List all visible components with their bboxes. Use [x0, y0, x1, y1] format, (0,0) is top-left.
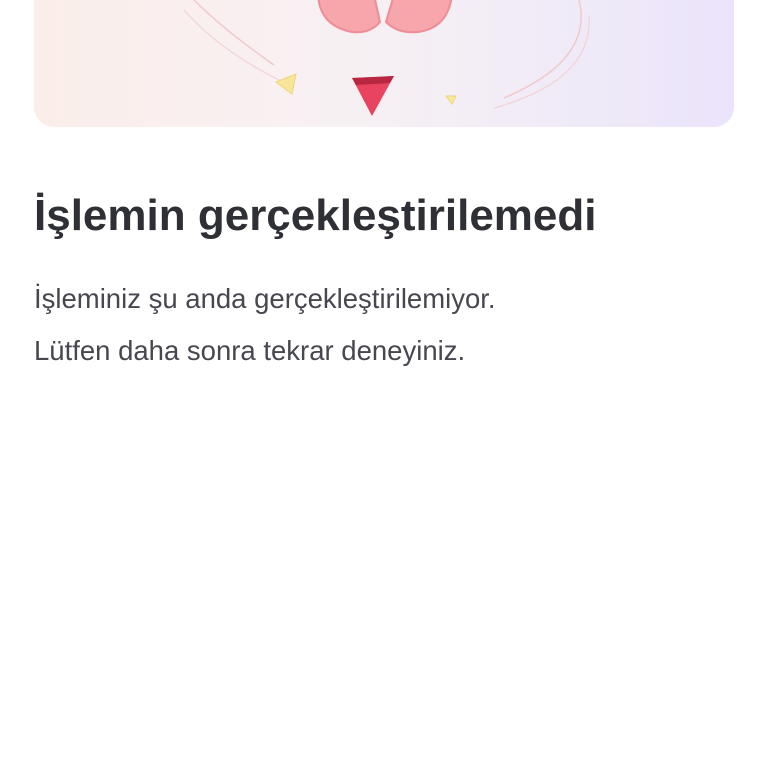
error-message: İşleminiz şu anda gerçekleştirilemiyor. … [34, 273, 734, 377]
error-title: İşlemin gerçekleştirilemedi [34, 191, 597, 240]
error-illustration-card [34, 0, 734, 127]
broken-heart-icon [183, 0, 590, 116]
error-message-line-2: Lütfen daha sonra tekrar deneyiniz. [34, 335, 466, 366]
error-message-line-1: İşleminiz şu anda gerçekleştirilemiyor. [34, 283, 496, 314]
error-screen: İşlemin gerçekleştirilemedi İşleminiz şu… [0, 0, 768, 768]
